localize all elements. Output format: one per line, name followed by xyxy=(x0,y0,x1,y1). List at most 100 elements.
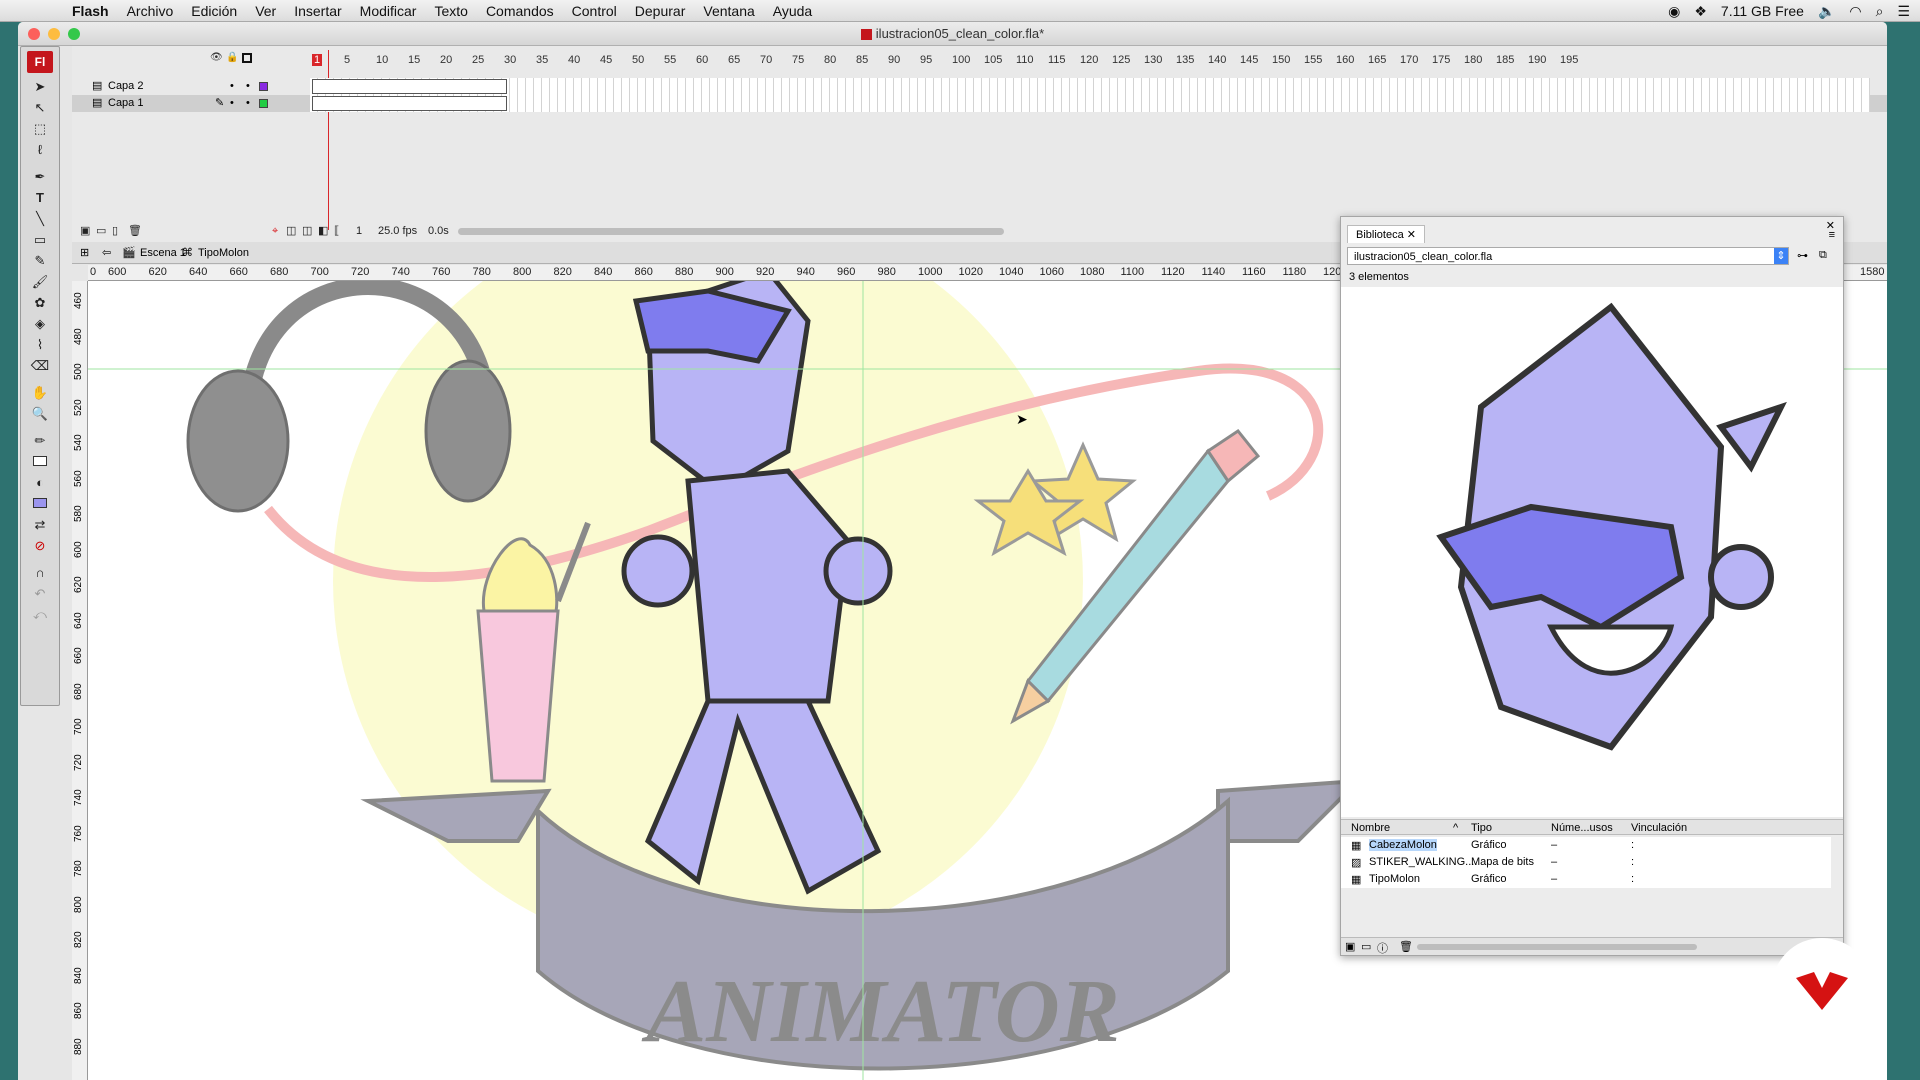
menu-modificar[interactable]: Modificar xyxy=(360,3,417,19)
frame-track[interactable] xyxy=(310,78,1870,95)
library-item[interactable]: ▦ CabezaMolon Gráfico – : xyxy=(1341,837,1831,854)
paint-bucket-tool-icon[interactable]: ◈ xyxy=(25,314,55,333)
delete-icon[interactable]: 🗑 xyxy=(1399,940,1413,953)
selection-tool-icon[interactable]: ➤ xyxy=(25,77,55,96)
snap-magnet-icon[interactable]: ∩ xyxy=(25,563,55,582)
column-uses[interactable]: Núme...usos xyxy=(1551,822,1613,834)
library-hscrollbar[interactable] xyxy=(1417,944,1697,950)
pencil-tool-icon[interactable]: ✎ xyxy=(25,251,55,270)
timeline-ruler[interactable]: 1 5 10 15 20 25 30 35 40 45 50 55 60 65 70 75 80 85 90 95 10… xyxy=(310,52,1870,68)
app-menu[interactable]: Flash xyxy=(72,3,109,19)
new-symbol-icon[interactable]: ▣ xyxy=(1345,940,1355,953)
keyframe-span[interactable] xyxy=(312,79,507,94)
new-layer-icon[interactable]: ▣ xyxy=(80,222,90,240)
visibility-dot[interactable]: • xyxy=(230,78,234,95)
menu-ayuda[interactable]: Ayuda xyxy=(773,3,812,19)
library-document-select[interactable]: ilustracion05_clean_color.fla ⇕ xyxy=(1347,247,1789,265)
lasso-tool-icon[interactable]: ℓ xyxy=(25,140,55,159)
lock-dot[interactable]: • xyxy=(246,78,250,95)
edit-multiple-frames-icon[interactable]: ◧ xyxy=(318,222,328,240)
zoom-tool-icon[interactable]: 🔍 xyxy=(25,404,55,423)
library-tab[interactable]: Biblioteca ✕ xyxy=(1347,225,1425,243)
layer-color-swatch[interactable] xyxy=(259,99,268,108)
layer-row[interactable]: ▤ Capa 1 ✎ • • xyxy=(72,95,1887,112)
library-item-name[interactable]: STIKER_WALKING.... xyxy=(1369,856,1477,868)
menu-insertar[interactable]: Insertar xyxy=(294,3,341,19)
close-tab-icon[interactable]: ✕ xyxy=(1407,229,1416,241)
onion-markers-icon[interactable]: ⟦ xyxy=(334,222,339,240)
eyedropper-tool-icon[interactable]: ⌇ xyxy=(25,335,55,354)
menu-ver[interactable]: Ver xyxy=(255,3,276,19)
panel-menu-icon[interactable]: ≡ xyxy=(1829,229,1835,241)
breadcrumb-symbol[interactable]: TipoMolon xyxy=(198,242,249,264)
zoom-window-button[interactable] xyxy=(68,28,80,40)
delete-layer-icon[interactable]: 🗑 xyxy=(128,222,142,240)
layer-color-swatch[interactable] xyxy=(259,82,268,91)
dropbox-icon[interactable]: ❖ xyxy=(1694,3,1707,20)
swap-colors-icon[interactable]: ⇄ xyxy=(25,515,55,534)
spotlight-icon[interactable]: ⌕ xyxy=(1876,3,1884,20)
free-memory-status[interactable]: 7.11 GB Free xyxy=(1721,3,1804,19)
library-item-name[interactable]: TipoMolon xyxy=(1369,873,1420,885)
breadcrumb-scene[interactable]: Escena 1 xyxy=(140,242,186,264)
new-folder-icon[interactable]: ▭ xyxy=(96,222,106,240)
eraser-tool-icon[interactable]: ⌫ xyxy=(25,356,55,375)
current-frame[interactable]: 1 xyxy=(356,222,362,240)
center-frame-icon[interactable]: ⌖ xyxy=(272,222,278,240)
hand-tool-icon[interactable]: ✋ xyxy=(25,383,55,402)
library-item[interactable]: ▦ TipoMolon Gráfico – : xyxy=(1341,871,1831,888)
line-tool-icon[interactable]: ╲ xyxy=(25,209,55,228)
new-folder-icon[interactable]: ▭ xyxy=(1361,940,1371,953)
no-color-icon[interactable]: ⊘ xyxy=(25,536,55,555)
outline-column-icon[interactable] xyxy=(242,53,252,63)
properties-icon[interactable]: ⓘ xyxy=(1377,940,1388,956)
deco-tool-icon[interactable]: ✿ xyxy=(25,293,55,312)
text-tool-icon[interactable]: T xyxy=(25,188,55,207)
library-item[interactable]: ▨ STIKER_WALKING.... Mapa de bits – : xyxy=(1341,854,1831,871)
menu-depurar[interactable]: Depurar xyxy=(635,3,686,19)
smooth-icon[interactable]: ↶ xyxy=(25,584,55,603)
frame-track[interactable] xyxy=(310,95,1870,112)
stage-toggle-icon[interactable]: ⊞ xyxy=(80,242,89,264)
dropdown-arrow-icon[interactable]: ⇕ xyxy=(1774,248,1788,264)
pin-library-icon[interactable]: ⊶ xyxy=(1797,249,1808,262)
eye-column-icon[interactable]: 👁 xyxy=(210,52,223,63)
pen-tool-icon[interactable]: ✒ xyxy=(25,167,55,186)
layer-row[interactable]: ▤ Capa 2 • • xyxy=(72,78,1887,95)
column-type[interactable]: Tipo xyxy=(1471,822,1492,834)
subselection-tool-icon[interactable]: ↖ xyxy=(25,98,55,117)
layer-name[interactable]: Capa 1 xyxy=(108,95,143,112)
column-name[interactable]: Nombre xyxy=(1351,822,1390,834)
sort-arrow-icon[interactable]: ^ xyxy=(1453,822,1458,834)
back-arrow-icon[interactable]: ⇦ xyxy=(102,242,111,264)
visibility-dot[interactable]: • xyxy=(230,95,234,112)
menu-edicion[interactable]: Edición xyxy=(191,3,237,19)
menu-ventana[interactable]: Ventana xyxy=(703,3,754,19)
rectangle-tool-icon[interactable]: ▭ xyxy=(25,230,55,249)
record-icon[interactable]: ◉ xyxy=(1668,3,1680,20)
lock-column-icon[interactable]: 🔒 xyxy=(226,52,238,63)
straighten-icon[interactable]: ⤺ xyxy=(25,605,55,624)
timeline-hscrollbar[interactable] xyxy=(458,228,1004,235)
wifi-icon[interactable]: ◠ xyxy=(1849,3,1861,20)
fill-swatch[interactable] xyxy=(25,494,55,513)
onion-skin-icon[interactable]: ◫ xyxy=(286,222,296,240)
onion-outline-icon[interactable]: ◫ xyxy=(302,222,312,240)
fill-color-icon[interactable]: ◐ xyxy=(25,473,55,492)
new-library-panel-icon[interactable]: ⧉ xyxy=(1819,249,1827,262)
minimize-window-button[interactable] xyxy=(48,28,60,40)
frame-rate[interactable]: 25.0 fps xyxy=(378,222,417,240)
stroke-swatch[interactable] xyxy=(25,452,55,471)
column-linkage[interactable]: Vinculación xyxy=(1631,822,1687,834)
library-item-name[interactable]: CabezaMolon xyxy=(1369,839,1437,851)
menu-texto[interactable]: Texto xyxy=(434,3,467,19)
menu-control[interactable]: Control xyxy=(572,3,617,19)
menu-comandos[interactable]: Comandos xyxy=(486,3,554,19)
free-transform-tool-icon[interactable]: ⬚ xyxy=(25,119,55,138)
brush-tool-icon[interactable]: 🖌 xyxy=(25,272,55,291)
keyframe-span[interactable] xyxy=(312,96,507,111)
volume-icon[interactable]: 🔈 xyxy=(1818,3,1835,20)
folder-icon[interactable]: ▯ xyxy=(112,222,118,240)
menu-archivo[interactable]: Archivo xyxy=(127,3,174,19)
vertical-ruler[interactable]: 460 480 500 520 540 560 580 600 620 640 660 680 700 7… xyxy=(72,281,88,1080)
